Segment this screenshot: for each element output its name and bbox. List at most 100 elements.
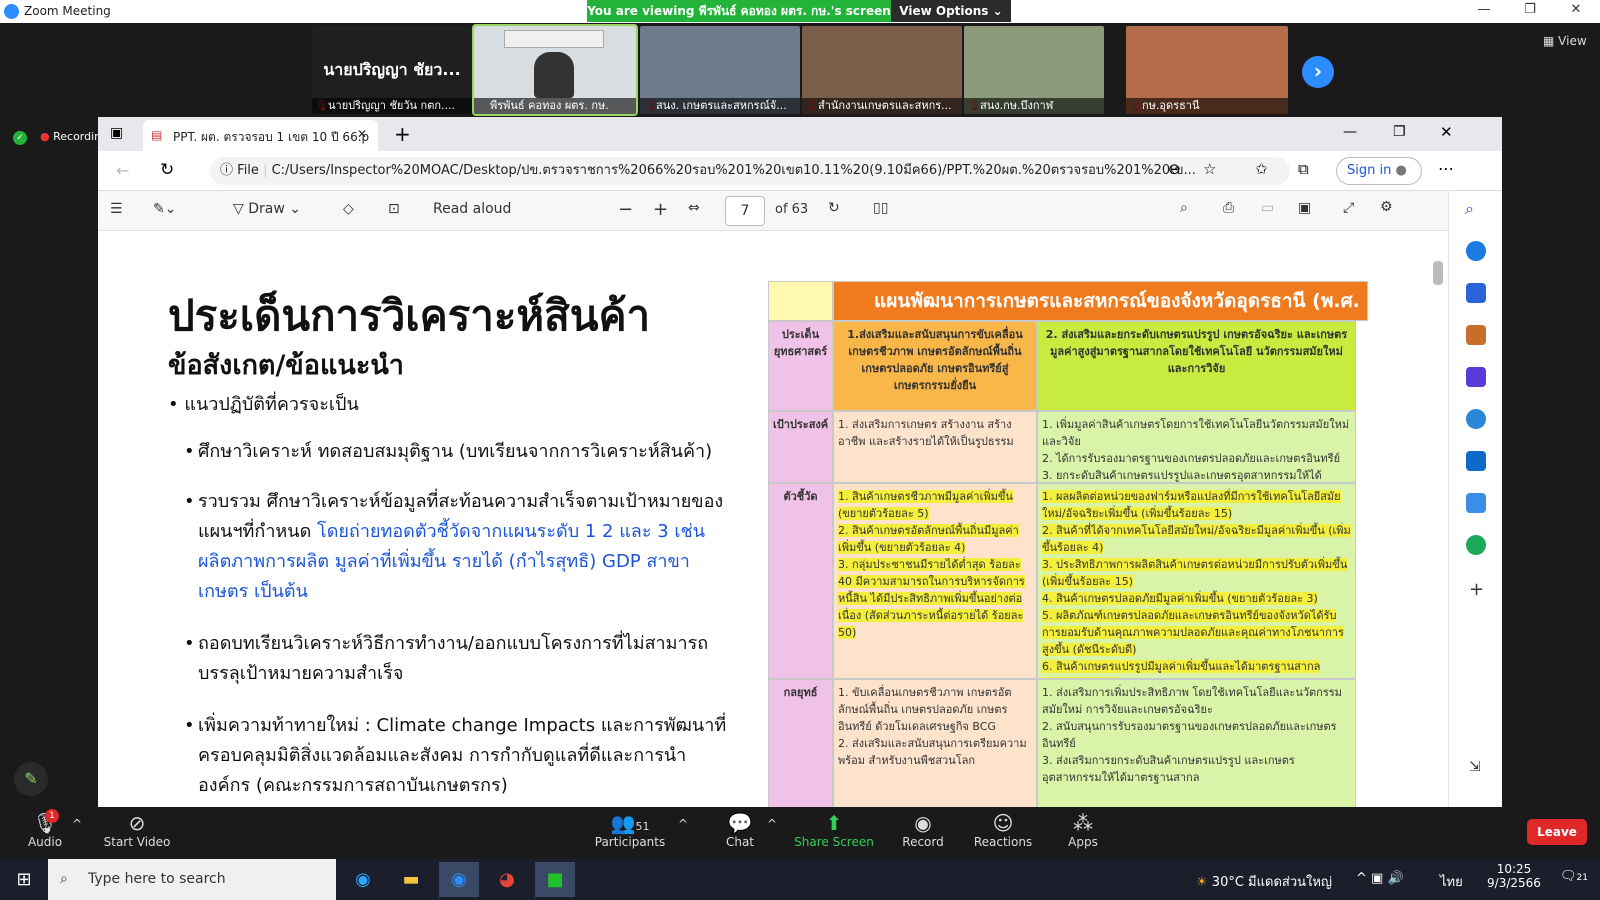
pdf-page: ประเด็นการวิเคราะห์สินค้า ข้อสังเกต/ข้อแ… [98, 231, 1448, 807]
next-page-arrow-icon[interactable]: › [1302, 56, 1334, 88]
zoom-out-icon[interactable]: ⊖ [1168, 160, 1181, 178]
leave-button[interactable]: Leave [1527, 819, 1587, 845]
chevron-up-icon[interactable]: ^ [72, 817, 82, 831]
participants-button[interactable]: 👥51 Participants [585, 811, 675, 849]
close-tab-icon[interactable]: ✕ [357, 127, 367, 141]
share-screen-button[interactable]: ⬆ Share Screen [789, 811, 879, 849]
page-number-input[interactable]: 7 [725, 196, 765, 226]
view-options-button[interactable]: View Options ⌄ [891, 0, 1011, 22]
chevron-up-icon[interactable]: ^ [678, 817, 688, 831]
start-video-button[interactable]: ⊘ Start Video [92, 811, 182, 849]
office-icon[interactable] [1466, 409, 1486, 429]
minimize-icon[interactable]: — [1343, 124, 1357, 140]
speaker-image [534, 52, 574, 98]
outlook-icon[interactable] [1466, 451, 1486, 471]
rotate-icon[interactable]: ↻ [828, 200, 840, 216]
view-button[interactable]: ▦ View [1543, 34, 1587, 48]
more-options-icon[interactable]: ⋯ [1438, 159, 1454, 178]
collections-icon[interactable]: ⧉ [1298, 160, 1309, 178]
save-icon[interactable]: ▭ [1261, 200, 1274, 216]
zoom-plus-icon[interactable]: + [653, 199, 668, 220]
banner-image [504, 30, 604, 48]
tray-icons[interactable]: ^ ▣ 🔊 [1356, 871, 1404, 886]
close-icon[interactable]: ✕ [1566, 2, 1586, 20]
slide-bullet: เพิ่มความท้าทายใหม่ : Climate change Imp… [184, 711, 738, 801]
back-icon[interactable]: ← [116, 161, 129, 180]
chrome-icon[interactable]: ◕ [487, 862, 527, 897]
bing-icon[interactable] [1466, 241, 1486, 261]
zoom-app-icon[interactable]: ◉ [439, 862, 479, 897]
language-indicator[interactable]: ไทย [1440, 871, 1463, 892]
fullscreen-icon[interactable]: ⤢ [1343, 200, 1354, 216]
fit-page-icon[interactable]: ⇔ [688, 200, 700, 216]
restore-icon[interactable]: ❐ [1520, 2, 1540, 20]
page-view-icon[interactable]: ▯▯ [873, 200, 888, 216]
participant-tile[interactable]: 🎙 สำนักงานเกษตรและสหกร... [802, 26, 962, 114]
taskbar-search[interactable]: ⌕ Type here to search [48, 859, 336, 900]
search-icon[interactable]: ⌕ [1180, 200, 1188, 216]
close-window-icon[interactable]: ✕ [1440, 123, 1453, 141]
restore-icon[interactable]: ❐ [1393, 124, 1406, 140]
tree-icon[interactable] [1466, 535, 1486, 555]
col1-head: 1.ส่งเสริมและสนับสนุนการขับเคลื่อนเกษตรช… [833, 321, 1037, 411]
chevron-down-icon: ⌄ [992, 4, 1003, 18]
sign-in-label: Sign in [1347, 163, 1392, 178]
refresh-icon[interactable]: ↻ [160, 160, 174, 180]
url-text: C:/Users/Inspector%20MOAC/Desktop/ปข.ตรว… [271, 163, 1196, 178]
favorites-icon[interactable]: ✩ [1255, 160, 1268, 178]
clock[interactable]: 10:25 9/3/2566 [1484, 862, 1544, 890]
print-icon[interactable]: ⎙ [1223, 200, 1234, 216]
favorite-add-icon[interactable]: ☆ [1203, 160, 1216, 178]
participant-tile[interactable]: 🎙 กษ.อุดรธานี [1126, 26, 1288, 114]
url-field[interactable]: ⓘ File | C:/Users/Inspector%20MOAC/Deskt… [210, 157, 1290, 185]
viewing-banner: You are viewing พีรพันธ์ คอทอง ผตร. กษ.'… [587, 0, 891, 22]
weather-widget[interactable]: ☀ 30°C มีแดดส่วนใหญ่ [1196, 871, 1332, 892]
video-gallery: นายปริญญา ชัยว... 🎙 นายปริญญา ชัยวัน กตก… [0, 23, 1600, 117]
highlight-icon[interactable]: ✎⌄ [153, 201, 176, 217]
clock-time: 10:25 [1496, 862, 1532, 876]
windows-taskbar: ⊞ ⌕ Type here to search ◉ ▬ ◉ ◕ ■ ☀ 30°C… [0, 859, 1600, 900]
draw-button[interactable]: ▽ Draw ⌄ [233, 201, 301, 217]
record-button[interactable]: ◉ Record [878, 811, 968, 849]
tools-icon[interactable] [1466, 325, 1486, 345]
games-icon[interactable] [1466, 367, 1486, 387]
view-label: View [1558, 34, 1587, 48]
window-title: Zoom Meeting [24, 4, 111, 18]
participant-tile[interactable]: นายปริญญา ชัยว... 🎙 นายปริญญา ชัยวัน กตก… [312, 26, 472, 114]
chevron-up-icon[interactable]: ^ [767, 817, 777, 831]
reactions-button[interactable]: ☺ Reactions [958, 811, 1048, 849]
send-icon[interactable] [1466, 493, 1486, 513]
annotate-pencil-icon[interactable]: ✎ [14, 762, 48, 796]
edge-icon[interactable]: ◉ [343, 862, 383, 897]
start-icon[interactable]: ⊞ [4, 862, 44, 897]
file-explorer-icon[interactable]: ▬ [391, 862, 431, 897]
participant-tile[interactable]: 🎙 สนง. เกษตรและสหกรณ์จั... [640, 26, 800, 114]
minimize-icon[interactable]: — [1474, 2, 1494, 20]
slide-title: ประเด็นการวิเคราะห์สินค้า [168, 291, 651, 340]
search-icon[interactable]: ⌕ [1465, 199, 1474, 219]
notification-center[interactable]: 🗨21 [1560, 869, 1588, 884]
weather-text: 30°C มีแดดส่วนใหญ่ [1211, 875, 1332, 890]
settings-icon[interactable]: ⚙ [1380, 199, 1393, 215]
participant-tile[interactable]: พีรพันธ์ คอทอง ผตร. กษ. [472, 24, 638, 116]
draw-label: Draw [248, 201, 285, 217]
eraser-icon[interactable]: ◇ [343, 201, 354, 217]
apps-button[interactable]: ⁂ Apps [1038, 811, 1128, 849]
contents-icon[interactable]: ☰ [110, 201, 123, 217]
scrollbar-thumb[interactable] [1433, 261, 1443, 285]
zoom-minus-icon[interactable]: − [618, 199, 633, 220]
sidebar-collapse-icon[interactable]: ⇲ [1469, 759, 1481, 775]
col2-kpi: 1. ผลผลิตต่อหน่วยของฟาร์มหรือแปลงที่มีกา… [1037, 483, 1356, 679]
save-as-icon[interactable]: ▣ [1298, 200, 1311, 216]
browser-tab[interactable]: ▤ PPT. ผต. ตรวจรอบ 1 เขต 10 ปี 66.p ✕ [143, 120, 378, 151]
sign-in-button[interactable]: Sign in ● [1336, 157, 1422, 185]
slide-top-bullet: • แนวปฏิบัติที่ควรจะเป็น [168, 394, 359, 415]
tab-actions-icon[interactable]: ▣ [110, 125, 123, 141]
new-tab-icon[interactable]: + [394, 122, 411, 146]
line-app-icon[interactable]: ■ [535, 862, 575, 897]
read-aloud-button[interactable]: Read aloud [433, 201, 511, 217]
participant-tile[interactable]: 🎙 สนง.กษ.บึงกาฬ [964, 26, 1104, 114]
add-icon[interactable]: + [1469, 579, 1484, 600]
text-box-icon[interactable]: ⊡ [388, 201, 400, 217]
shopping-icon[interactable] [1466, 283, 1486, 303]
